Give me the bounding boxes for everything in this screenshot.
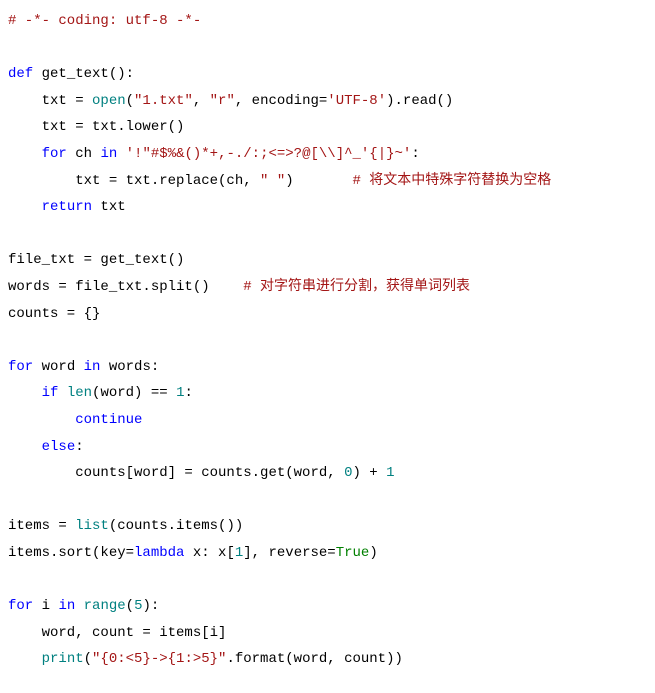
kw-else: else xyxy=(42,439,76,455)
string: "r" xyxy=(210,93,235,109)
text: ( xyxy=(126,598,134,614)
text: (): xyxy=(109,66,134,82)
text: ], reverse= xyxy=(243,545,335,561)
text: ( xyxy=(126,93,134,109)
text xyxy=(33,66,41,82)
text: words = file_txt.split() xyxy=(8,279,243,295)
text: : xyxy=(75,439,83,455)
text: txt = txt.lower() xyxy=(8,119,184,135)
kw-true: True xyxy=(336,545,370,561)
builtin-print: print xyxy=(42,651,84,667)
text: ).read() xyxy=(386,93,453,109)
kw-in: in xyxy=(58,598,75,614)
builtin-range: range xyxy=(84,598,126,614)
text: (word) == xyxy=(92,385,176,401)
string: 'UTF-8' xyxy=(327,93,386,109)
text: counts[word] = counts.get(word, xyxy=(8,465,344,481)
text xyxy=(8,651,42,667)
text: items.sort(key= xyxy=(8,545,134,561)
number: 1 xyxy=(386,465,394,481)
text: ch xyxy=(67,146,101,162)
text xyxy=(8,146,42,162)
text: txt = xyxy=(8,93,92,109)
builtin-list: list xyxy=(75,518,109,534)
kw-lambda: lambda xyxy=(134,545,184,561)
builtin-len: len xyxy=(67,385,92,401)
text: txt xyxy=(92,199,126,215)
text: i xyxy=(33,598,58,614)
text: ) xyxy=(369,545,377,561)
text xyxy=(58,385,66,401)
func-name: get_text xyxy=(42,66,109,82)
kw-in: in xyxy=(100,146,117,162)
text: txt = txt.replace(ch, xyxy=(8,173,260,189)
kw-continue: continue xyxy=(75,412,142,428)
text: ): xyxy=(142,598,159,614)
kw-for: for xyxy=(8,359,33,375)
comment: # 将文本中特殊字符替换为空格 xyxy=(352,173,551,189)
text: , xyxy=(193,93,210,109)
comment: # 对字符串进行分割，获得单词列表 xyxy=(243,279,470,295)
kw-def: def xyxy=(8,66,33,82)
text xyxy=(8,439,42,455)
text: x: x[ xyxy=(184,545,234,561)
text: ) + xyxy=(352,465,386,481)
kw-for: for xyxy=(8,598,33,614)
text: ) xyxy=(285,173,352,189)
kw-if: if xyxy=(42,385,59,401)
text: ( xyxy=(84,651,92,667)
text xyxy=(75,598,83,614)
text: , encoding= xyxy=(235,93,327,109)
text: : xyxy=(184,385,192,401)
code-block: # -*- coding: utf-8 -*- def get_text(): … xyxy=(8,8,647,673)
string: '!"#$%&()*+,-./:;<=>?@[\\]^_'{|}~' xyxy=(126,146,412,162)
text xyxy=(8,199,42,215)
text: : xyxy=(411,146,419,162)
kw-in: in xyxy=(84,359,101,375)
string: "1.txt" xyxy=(134,93,193,109)
text xyxy=(8,412,75,428)
string: " " xyxy=(260,173,285,189)
text: items = xyxy=(8,518,75,534)
comment-line: # -*- coding: utf-8 -*- xyxy=(8,13,201,29)
text xyxy=(8,385,42,401)
text: words: xyxy=(100,359,159,375)
text xyxy=(117,146,125,162)
text: file_txt = get_text() xyxy=(8,252,184,268)
text: counts = {} xyxy=(8,306,100,322)
string: "{0:<5}->{1:>5}" xyxy=(92,651,226,667)
text: word, count = items[i] xyxy=(8,625,226,641)
text: .format(word, count)) xyxy=(226,651,402,667)
text: (counts.items()) xyxy=(109,518,243,534)
kw-return: return xyxy=(42,199,92,215)
kw-for: for xyxy=(42,146,67,162)
text: word xyxy=(33,359,83,375)
builtin-open: open xyxy=(92,93,126,109)
